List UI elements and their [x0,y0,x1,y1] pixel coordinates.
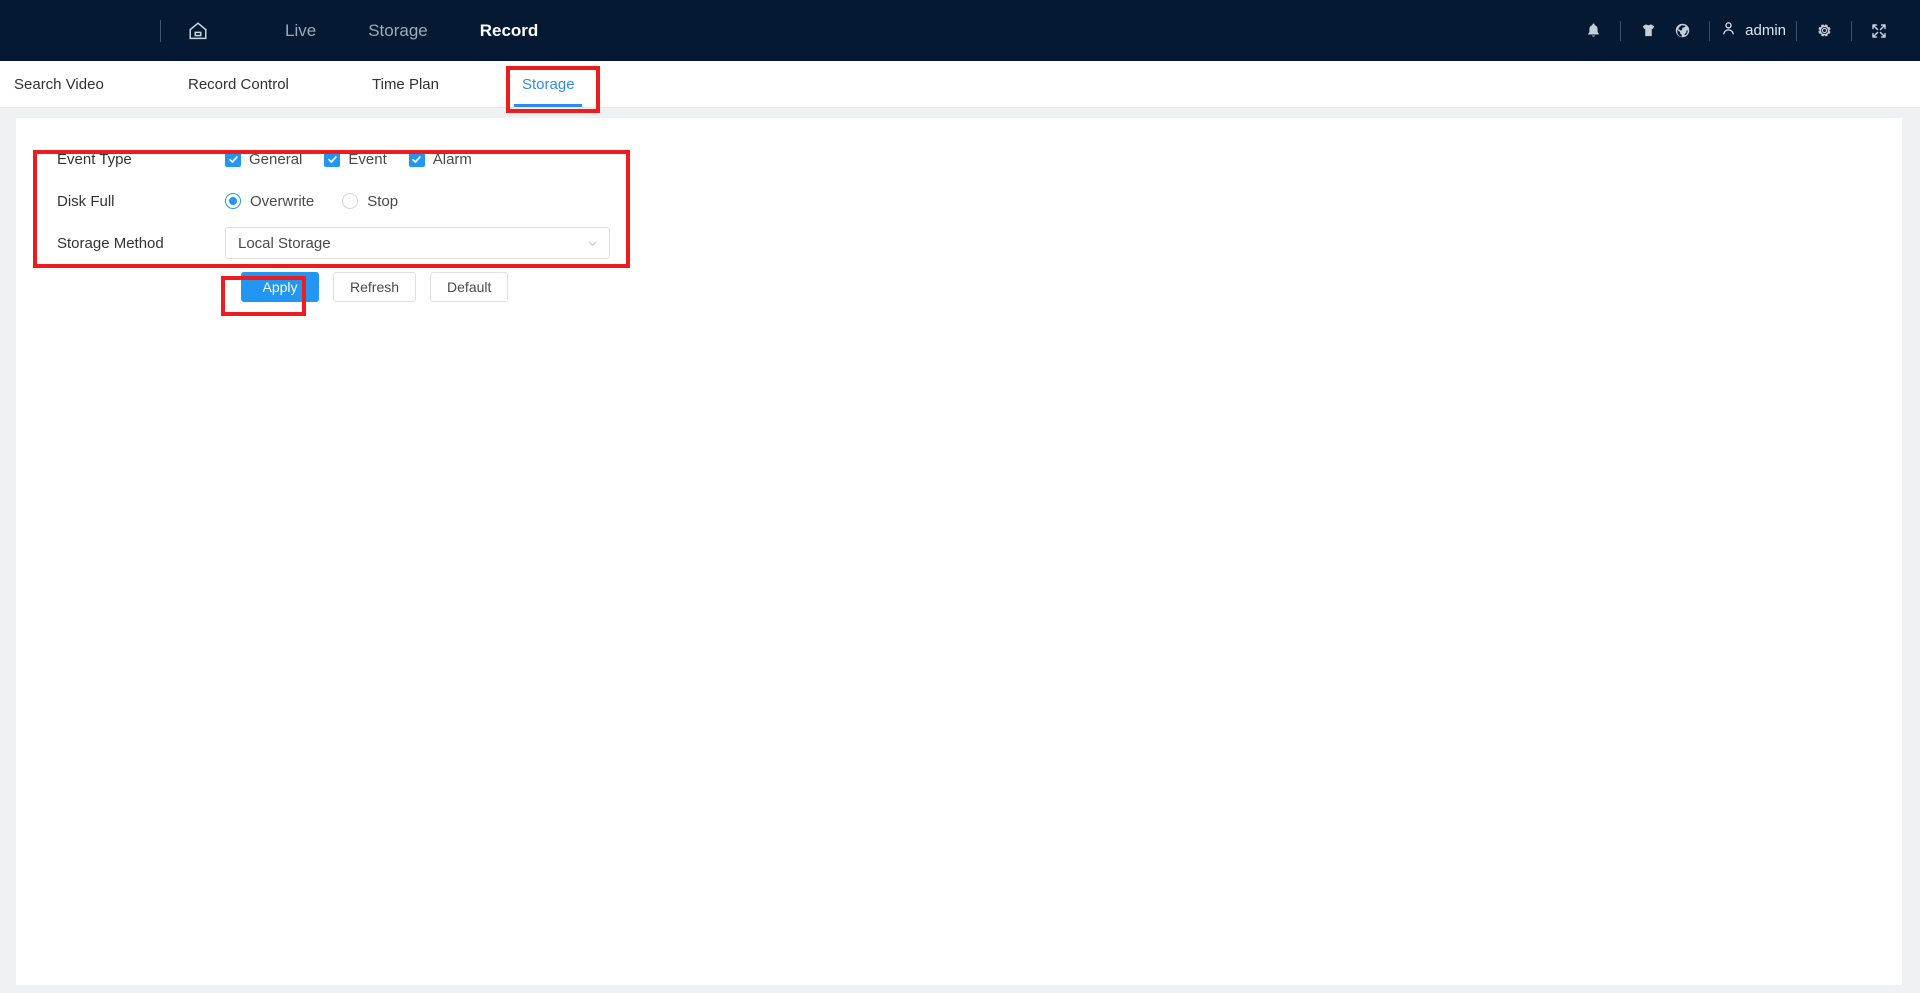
tab-time-plan[interactable]: Time Plan [372,61,439,107]
tab-search-video-label: Search Video [14,75,104,93]
checkbox-alarm-label: Alarm [432,150,472,168]
event-type-label: Event Type [57,150,132,168]
storage-method-label: Storage Method [57,234,164,252]
header-left-group: Live Storage Record [160,0,564,61]
storage-method-select[interactable]: Local Storage [225,227,610,259]
disk-full-radio-group: Overwrite Stop [225,193,426,210]
user-menu[interactable]: admin [1720,20,1786,41]
form-row-event-type: Event Type General Event Alarm [40,138,610,180]
radio-unselected-icon [342,193,359,209]
fullscreen-icon[interactable] [1862,14,1896,48]
page-body: Event Type General Event Alarm Disk Full… [0,108,1920,993]
home-icon[interactable] [183,16,213,46]
storage-settings-form: Event Type General Event Alarm Disk Full… [40,138,610,264]
nav-item-storage-label: Storage [368,21,428,40]
tab-search-video[interactable]: Search Video [14,61,104,107]
tab-storage[interactable]: Storage [522,61,575,107]
globe-icon[interactable] [1665,14,1699,48]
checkbox-general-label: General [249,150,303,168]
checkbox-alarm[interactable]: Alarm [408,150,472,168]
radio-overwrite[interactable]: Overwrite [225,193,314,210]
event-type-checkbox-group: General Event Alarm [225,151,494,168]
nav-item-record-label: Record [479,21,539,40]
storage-method-control: Local Storage [225,227,610,259]
tab-record-control-label: Record Control [188,75,289,93]
form-row-disk-full: Disk Full Overwrite Stop [40,180,610,222]
apply-button-label: Apply [262,279,298,295]
checkbox-general[interactable]: General [225,151,302,168]
radio-selected-icon [225,193,241,209]
tab-record-control[interactable]: Record Control [188,61,289,107]
storage-settings-card: Event Type General Event Alarm Disk Full… [16,118,1902,985]
header-divider [160,19,161,42]
nav-item-live-label: Live [285,21,317,40]
gear-icon[interactable] [1807,14,1841,48]
main-navigation: Live Storage Record [259,0,564,61]
checkbox-event[interactable]: Event [324,150,387,168]
chevron-down-icon [586,237,599,250]
nav-item-record[interactable]: Record [454,0,565,61]
nav-item-storage[interactable]: Storage [342,0,454,61]
tab-storage-label: Storage [522,75,575,93]
checkmark-icon [324,151,341,167]
checkbox-event-label: Event [348,150,387,168]
radio-stop-label: Stop [367,192,399,210]
header-separator-3 [1796,20,1797,41]
bell-icon[interactable] [1576,14,1610,48]
storage-method-selected-value: Local Storage [238,234,331,252]
checkmark-icon [225,151,241,167]
radio-stop[interactable]: Stop [342,193,398,210]
top-header-bar: Live Storage Record admin [0,0,1920,61]
refresh-button[interactable]: Refresh [333,272,417,302]
default-button-label: Default [447,279,492,295]
user-name-label: admin [1745,22,1786,39]
default-button[interactable]: Default [430,272,509,302]
disk-full-label: Disk Full [57,192,115,210]
shirt-icon[interactable] [1631,14,1665,48]
tab-time-plan-label: Time Plan [372,75,439,93]
header-separator-2 [1709,20,1711,41]
checkmark-icon [408,151,425,167]
refresh-button-label: Refresh [350,279,400,295]
form-action-buttons: Apply Refresh Default [241,272,509,302]
radio-overwrite-label: Overwrite [250,192,315,210]
header-separator-4 [1851,20,1852,41]
header-separator-1 [1620,20,1622,41]
form-row-storage-method: Storage Method Local Storage [40,222,610,264]
apply-button[interactable]: Apply [241,272,319,302]
nav-item-live[interactable]: Live [259,0,342,61]
header-right-group: admin [1576,14,1896,48]
user-icon [1720,20,1737,41]
sub-navigation-tabs: Search Video Record Control Time Plan St… [0,61,1920,108]
